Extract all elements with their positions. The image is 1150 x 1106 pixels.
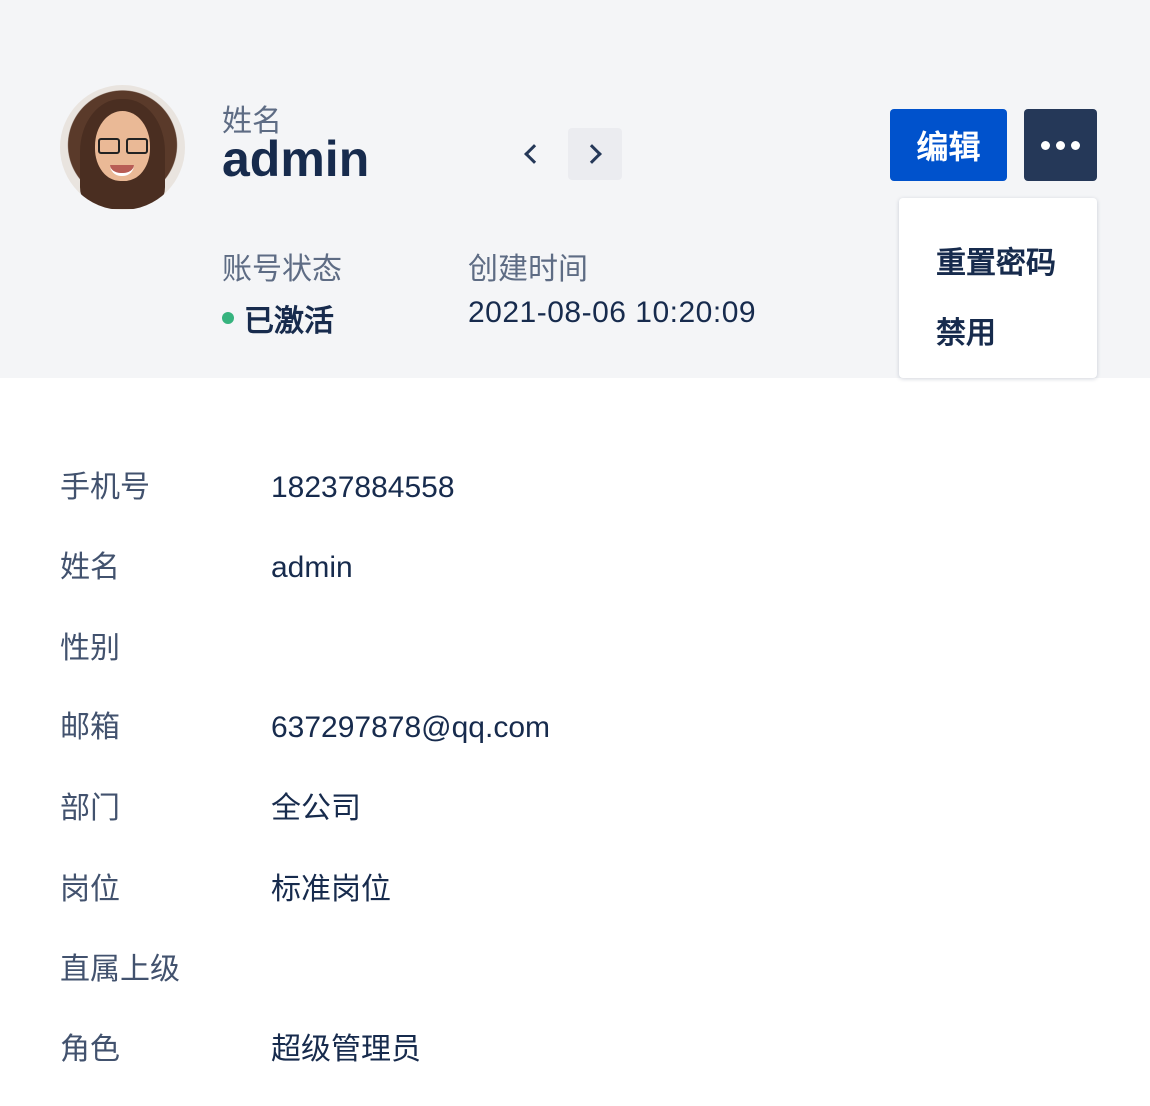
created-time-label: 创建时间 [468,253,588,286]
detail-row-role: 角色 超级管理员 [0,1020,1150,1080]
previous-user-button[interactable] [508,128,554,180]
status-value: 已激活 [222,296,334,340]
detail-row-email: 邮箱 637297878@qq.com [0,698,1150,758]
profile-name: admin [222,131,370,187]
status-label: 账号状态 [222,253,342,286]
detail-row-manager: 直属上级 [0,940,1150,1000]
more-actions-menu: 重置密码 禁用 [899,198,1097,378]
detail-row-name: 姓名 admin [0,538,1150,598]
detail-label: 邮箱 [60,711,120,744]
status-dot-icon [222,312,234,324]
detail-label: 部门 [60,792,120,825]
ellipsis-icon [1071,140,1080,150]
detail-value: 637297878@qq.com [271,711,550,744]
detail-value: 全公司 [271,792,361,825]
detail-row-department: 部门 全公司 [0,779,1150,839]
menu-item-disable[interactable]: 禁用 [936,308,996,352]
detail-label: 岗位 [60,873,120,906]
status-text: 已激活 [244,305,334,338]
detail-label: 性别 [60,632,120,665]
avatar-glasses-left [98,138,120,154]
detail-row-gender: 性别 [0,619,1150,679]
detail-label: 直属上级 [60,953,180,986]
chevron-left-icon [524,144,544,164]
chevron-right-icon [582,144,602,164]
detail-label: 手机号 [60,471,150,504]
next-user-button[interactable] [568,128,622,180]
avatar [60,85,185,210]
ellipsis-icon [1056,140,1065,150]
more-actions-button[interactable] [1024,109,1097,181]
detail-label: 姓名 [60,551,120,584]
menu-item-reset-password[interactable]: 重置密码 [936,238,1056,282]
ellipsis-icon [1041,140,1050,150]
detail-label: 角色 [60,1033,120,1066]
detail-value: admin [271,551,353,584]
detail-value: 标准岗位 [271,873,391,906]
detail-row-position: 岗位 标准岗位 [0,860,1150,920]
detail-value: 超级管理员 [271,1033,421,1066]
avatar-glasses-right [126,138,148,154]
edit-button[interactable]: 编辑 [890,109,1007,181]
detail-row-phone: 手机号 18237884558 [0,458,1150,518]
detail-value: 18237884558 [271,471,455,504]
created-time-value: 2021-08-06 10:20:09 [468,296,757,329]
